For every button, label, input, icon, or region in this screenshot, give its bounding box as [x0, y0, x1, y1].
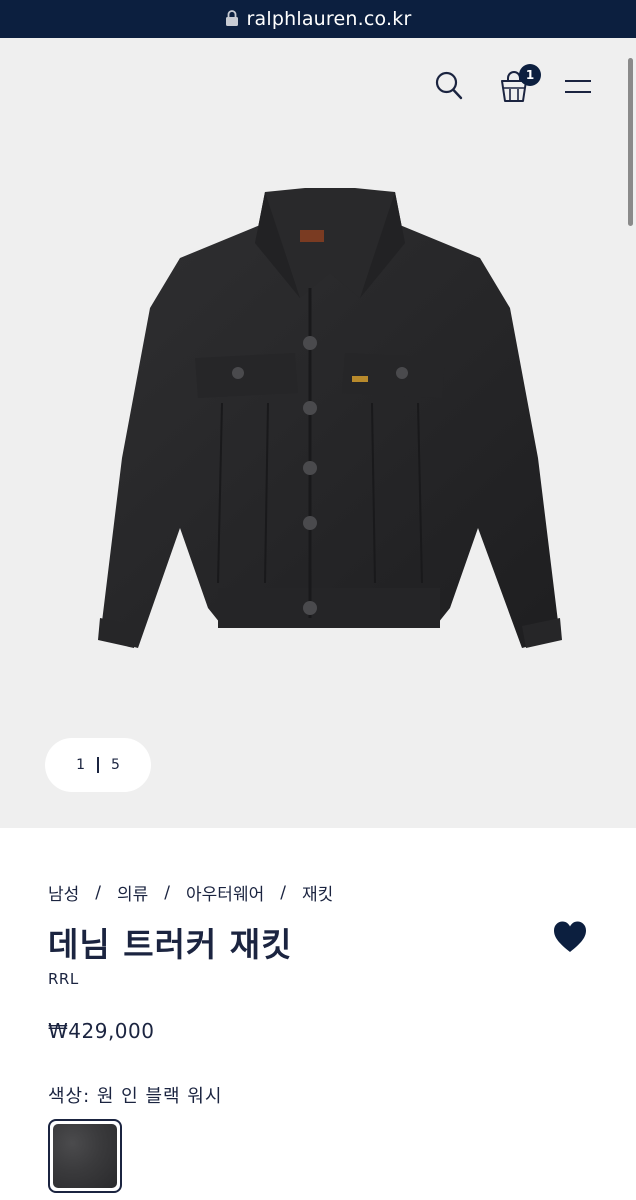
breadcrumb-item-clothing[interactable]: 의류 [117, 880, 148, 905]
pager-total: 5 [111, 757, 120, 773]
browser-url-bar[interactable]: ralphlauren.co.kr [0, 0, 636, 38]
product-title: 데님 트러커 재킷 [48, 925, 293, 964]
search-icon[interactable] [434, 70, 464, 102]
breadcrumb-item-outerwear[interactable]: 아우터웨어 [186, 880, 264, 905]
cart-count-badge: 1 [519, 64, 541, 86]
pager-divider [97, 757, 99, 773]
product-price: ₩429,000 [48, 1019, 155, 1043]
image-pager: 1 5 [45, 738, 151, 792]
heart-icon[interactable] [552, 920, 588, 954]
site-header-icons: 1 [0, 64, 636, 118]
url-text: ralphlauren.co.kr [246, 8, 412, 30]
breadcrumb-separator: / [164, 882, 171, 903]
pager-current: 1 [76, 757, 85, 773]
hamburger-menu-icon[interactable] [563, 76, 593, 98]
breadcrumb-separator: / [95, 882, 102, 903]
product-image-jacket[interactable] [60, 178, 580, 738]
breadcrumb-separator: / [280, 882, 286, 903]
color-label: 색상: 원 인 블랙 워시 [48, 1086, 223, 1107]
product-brand: RRL [48, 970, 79, 988]
breadcrumb-item-men[interactable]: 남성 [48, 880, 79, 905]
breadcrumb-item-jackets[interactable]: 재킷 [302, 880, 333, 905]
color-swatch-selected[interactable] [48, 1119, 122, 1193]
breadcrumb: 남성 / 의류 / 아우터웨어 / 재킷 [48, 880, 333, 906]
product-image-gallery[interactable]: 1 1 5 [0, 38, 636, 828]
lock-icon [225, 9, 239, 27]
color-swatch-fill [53, 1124, 117, 1188]
